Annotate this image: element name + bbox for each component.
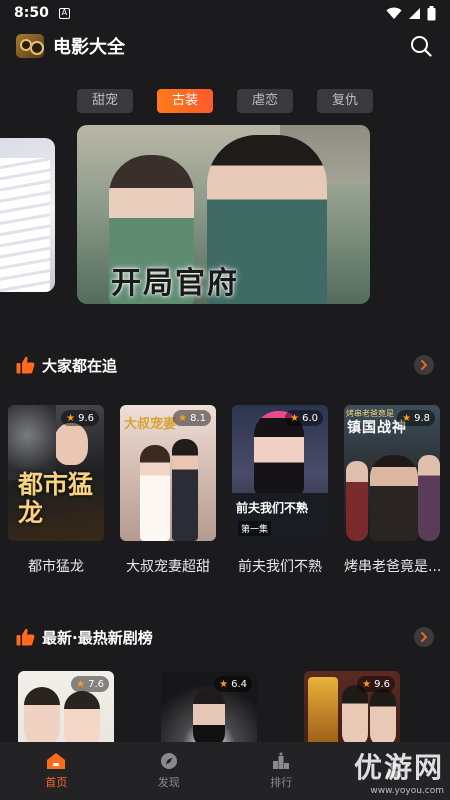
watermark-logo-text: 优游网 — [353, 751, 444, 784]
notification-icon: A — [58, 7, 70, 19]
rating-value: 7.6 — [88, 678, 104, 690]
poster-title-text: 都市猛龙 — [18, 470, 94, 527]
section-new-title: 最新·最热新剧榜 — [42, 628, 153, 647]
drama-card[interactable]: 前夫我们不熟 第一集 ★ 6.0 前夫我们不熟 — [232, 405, 328, 576]
poster-dragon — [8, 405, 56, 480]
poster-actor — [370, 455, 418, 541]
nav-ranking[interactable]: 排行 — [225, 742, 338, 800]
poster-actress — [24, 687, 60, 747]
star-icon: ★ — [362, 678, 372, 690]
rating-badge: ★ 9.8 — [397, 410, 435, 426]
wifi-icon — [386, 7, 402, 19]
rating-badge: ★ 6.0 — [285, 410, 323, 426]
poster-actor — [54, 423, 88, 465]
ranking-icon — [271, 752, 291, 770]
watermark-url: www.yoyou.com — [370, 786, 444, 796]
banner-previous-image — [0, 158, 50, 292]
tab-tragic-love[interactable]: 虐恋 — [237, 89, 293, 113]
poster-supporting — [418, 455, 440, 541]
nav-home-label: 首页 — [45, 776, 68, 789]
status-time: 8:50 — [14, 5, 49, 21]
rating-value: 9.8 — [414, 412, 430, 424]
section-new-more-button[interactable] — [414, 627, 434, 647]
drama-poster: 前夫我们不熟 第一集 ★ 6.0 — [232, 405, 328, 541]
drama-title: 前夫我们不熟 — [238, 559, 322, 575]
rating-value: 9.6 — [374, 678, 390, 690]
chevron-right-icon — [421, 632, 428, 642]
drama-poster: 烤串老爸竟是 镇国战神 ★ 9.8 — [344, 405, 440, 541]
status-bar: 8:50 A — [0, 0, 450, 26]
rating-value: 9.6 — [78, 412, 94, 424]
star-icon: ★ — [402, 412, 412, 424]
battery-icon — [427, 5, 436, 20]
drama-poster: 大叔宠妻 ★ 8.1 — [120, 405, 216, 541]
banner-caption: 开局官府 — [111, 266, 239, 301]
nav-home[interactable]: 首页 — [0, 742, 113, 800]
rating-badge: ★ 8.1 — [173, 410, 211, 426]
thumbs-up-icon — [16, 356, 35, 374]
poster-title-art — [308, 677, 338, 747]
star-icon: ★ — [290, 412, 300, 424]
poster-bride — [140, 445, 170, 541]
poster-groom — [172, 439, 198, 541]
app-logo-icon — [16, 34, 44, 58]
compass-icon — [159, 752, 179, 770]
rating-value: 6.4 — [231, 678, 247, 690]
star-icon: ★ — [66, 412, 76, 424]
tab-revenge[interactable]: 复仇 — [317, 89, 373, 113]
category-tabs: 甜宠 古装 虐恋 复仇 — [0, 89, 450, 113]
drama-title: 大叔宠妻超甜 — [126, 559, 210, 575]
home-icon — [46, 752, 66, 770]
search-button[interactable] — [408, 33, 434, 59]
drama-card[interactable]: 大叔宠妻 ★ 8.1 大叔宠妻超甜 — [120, 405, 216, 576]
poster-title-text: 前夫我们不熟 — [236, 501, 309, 515]
rating-value: 8.1 — [190, 412, 206, 424]
tab-costume[interactable]: 古装 — [157, 89, 213, 113]
poster-actor — [193, 689, 225, 749]
rating-badge: ★ 9.6 — [61, 410, 99, 426]
watermark: 优游网 www.yoyou.com — [354, 746, 444, 796]
star-icon: ★ — [76, 678, 86, 690]
thumbs-up-icon — [16, 628, 35, 646]
section-new-header: 最新·最热新剧榜 — [0, 624, 450, 650]
banner-previous[interactable] — [0, 138, 55, 292]
tab-sweet[interactable]: 甜宠 — [77, 89, 133, 113]
poster-actress-2 — [370, 689, 396, 747]
drama-title: 都市猛龙 — [28, 559, 84, 575]
star-icon: ★ — [219, 678, 229, 690]
section-trending-title: 大家都在追 — [42, 356, 118, 375]
rating-badge: ★ 6.4 — [214, 676, 252, 692]
status-icons — [386, 5, 436, 21]
poster-actress — [346, 461, 368, 541]
rating-badge: ★ 7.6 — [71, 676, 109, 692]
nav-discover[interactable]: 发现 — [113, 742, 226, 800]
app-title: 电影大全 — [53, 37, 125, 58]
banner-current[interactable]: 开局官府 — [77, 125, 370, 304]
rating-value: 6.0 — [302, 412, 318, 424]
nav-discover-label: 发现 — [157, 776, 180, 789]
section-trending-header: 大家都在追 — [0, 352, 450, 378]
nav-ranking-label: 排行 — [270, 776, 293, 789]
drama-poster: 都市猛龙 ★ 9.6 — [8, 405, 104, 541]
app-header: 电影大全 — [0, 26, 450, 66]
search-icon — [411, 36, 432, 57]
star-icon: ★ — [178, 412, 188, 424]
poster-actress — [342, 685, 368, 747]
signal-icon — [409, 7, 420, 19]
section-trending-more-button[interactable] — [414, 355, 434, 375]
drama-card[interactable]: 烤串老爸竟是 镇国战神 ★ 9.8 烤串老爸竟是... — [344, 405, 440, 576]
rating-badge: ★ 9.6 — [357, 676, 395, 692]
poster-episode-tag: 第一集 — [238, 521, 272, 536]
drama-card[interactable]: 都市猛龙 ★ 9.6 都市猛龙 — [8, 405, 104, 576]
chevron-right-icon — [421, 360, 428, 370]
drama-title: 烤串老爸竟是... — [344, 559, 440, 575]
